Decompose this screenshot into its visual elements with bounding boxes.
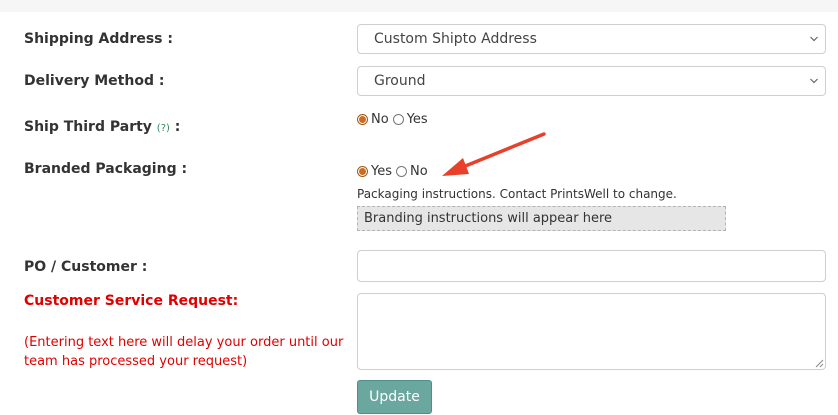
- delivery-method-value: Ground: [374, 73, 426, 89]
- ship-third-party-text: Ship Third Party: [24, 119, 152, 135]
- ship-third-party-label: Ship Third Party (?) :: [24, 119, 180, 135]
- customer-service-request-label: Customer Service Request:: [24, 293, 239, 309]
- branded-packaging-yes-label[interactable]: Yes: [371, 164, 392, 179]
- branded-packaging-radio-group: Yes No: [357, 162, 432, 180]
- chevron-down-icon: [810, 78, 818, 84]
- po-customer-label: PO / Customer :: [24, 259, 148, 275]
- ship-third-party-radio-group: No Yes: [357, 110, 432, 128]
- red-arrow-icon: [442, 132, 546, 176]
- help-link[interactable]: (?): [157, 123, 170, 134]
- customer-service-request-note: (Entering text here will delay your orde…: [24, 335, 344, 369]
- delivery-method-label: Delivery Method :: [24, 73, 165, 89]
- ship-third-party-yes-radio[interactable]: [392, 113, 404, 125]
- delivery-method-select[interactable]: Ground: [357, 66, 826, 96]
- branded-packaging-yes-radio[interactable]: [357, 165, 368, 177]
- chevron-down-icon: [810, 36, 818, 42]
- po-customer-input[interactable]: [357, 250, 826, 282]
- shipping-address-select[interactable]: Custom Shipto Address: [357, 24, 826, 54]
- branding-instructions-box: Branding instructions will appear here: [357, 206, 726, 231]
- ship-third-party-colon: :: [174, 119, 181, 135]
- update-button[interactable]: Update: [357, 380, 432, 414]
- ship-third-party-yes-label[interactable]: Yes: [407, 112, 428, 127]
- resize-grip-icon[interactable]: [815, 359, 824, 368]
- top-divider: [0, 0, 838, 12]
- branded-packaging-no-radio[interactable]: [396, 165, 407, 177]
- shipping-address-value: Custom Shipto Address: [374, 31, 537, 47]
- branded-packaging-no-label[interactable]: No: [410, 164, 428, 179]
- shipping-address-label: Shipping Address :: [24, 31, 173, 47]
- ship-third-party-no-label[interactable]: No: [371, 112, 389, 127]
- customer-service-request-textarea[interactable]: [357, 293, 826, 370]
- branded-packaging-label: Branded Packaging :: [24, 161, 188, 177]
- ship-third-party-no-radio[interactable]: [357, 113, 368, 125]
- packaging-instructions-text: Packaging instructions. Contact PrintsWe…: [357, 187, 677, 201]
